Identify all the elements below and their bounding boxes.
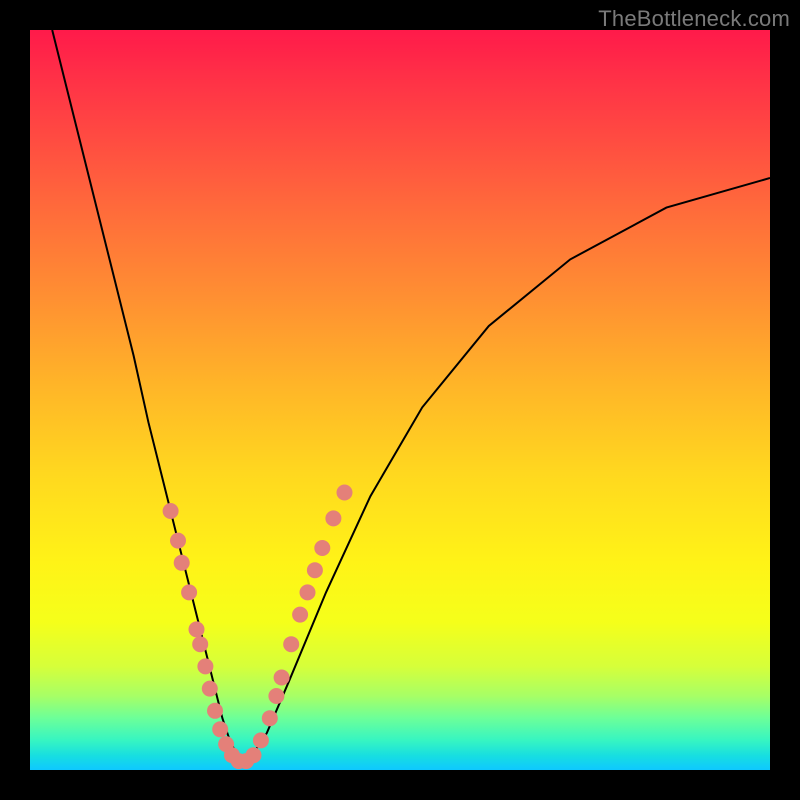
marker-group (163, 485, 353, 770)
curve-marker (246, 747, 262, 763)
curve-marker (163, 503, 179, 519)
watermark-text: TheBottleneck.com (598, 6, 790, 32)
curve-marker (253, 732, 269, 748)
curve-marker (274, 670, 290, 686)
curve-marker (292, 607, 308, 623)
curve-marker (181, 584, 197, 600)
bottleneck-curve (52, 30, 770, 763)
curve-marker (325, 510, 341, 526)
curve-marker (189, 621, 205, 637)
curve-marker (174, 555, 190, 571)
curve-marker (307, 562, 323, 578)
curve-marker (192, 636, 208, 652)
outer-frame: TheBottleneck.com (0, 0, 800, 800)
curve-marker (197, 658, 213, 674)
curve-marker (212, 721, 228, 737)
curve-marker (300, 584, 316, 600)
curve-marker (207, 703, 223, 719)
curve-marker (262, 710, 278, 726)
curve-marker (337, 485, 353, 501)
curve-marker (202, 681, 218, 697)
curve-marker (283, 636, 299, 652)
plot-area (30, 30, 770, 770)
curve-marker (314, 540, 330, 556)
curve-marker (268, 688, 284, 704)
chart-svg (30, 30, 770, 770)
curve-marker (170, 533, 186, 549)
